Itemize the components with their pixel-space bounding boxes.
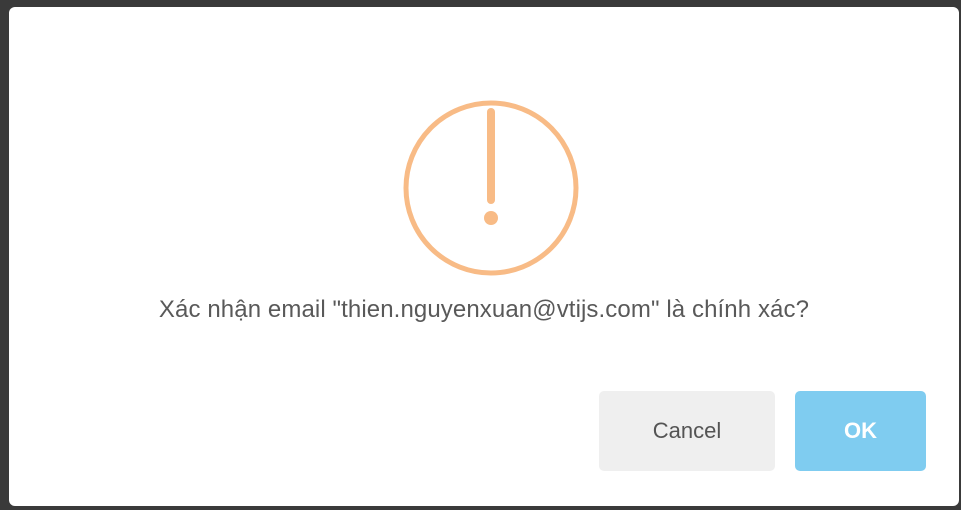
cancel-button[interactable]: Cancel (599, 391, 775, 471)
ok-button[interactable]: OK (795, 391, 926, 471)
warning-icon (403, 100, 579, 276)
confirm-dialog: Xác nhận email "thien.nguyenxuan@vtijs.c… (9, 7, 959, 506)
dialog-message: Xác nhận email "thien.nguyenxuan@vtijs.c… (158, 296, 810, 323)
